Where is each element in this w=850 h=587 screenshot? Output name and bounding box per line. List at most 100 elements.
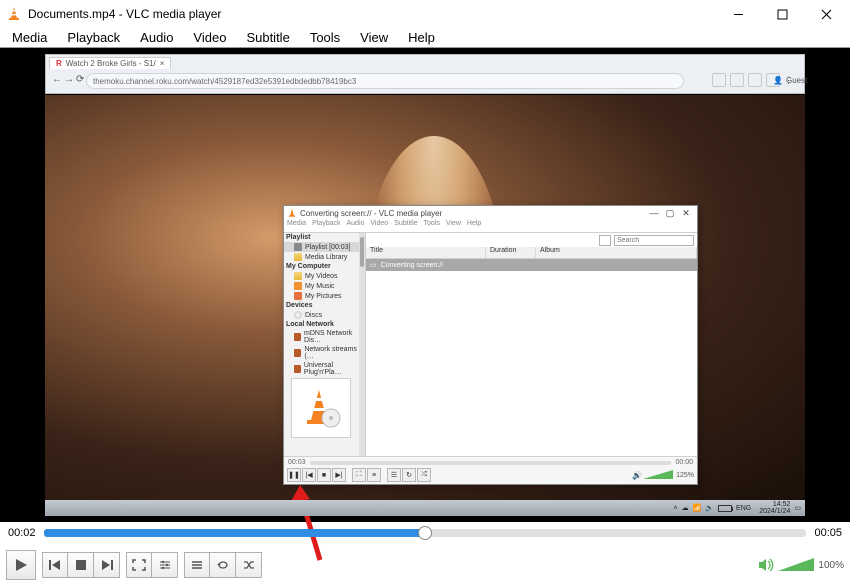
menu-subtitle[interactable]: Subtitle — [236, 28, 299, 47]
col-duration[interactable]: Duration — [486, 247, 536, 258]
menu-media[interactable]: Media — [2, 28, 57, 47]
tray-volume-icon[interactable]: 🔊 — [705, 504, 714, 512]
playlist-row[interactable]: ▭ Converting screen:// — [366, 259, 697, 271]
sidebar-hdr-mycomputer: My Computer — [284, 262, 365, 271]
playlist-button[interactable] — [184, 552, 210, 578]
seek-bar[interactable] — [44, 529, 807, 537]
inner-random-button[interactable]: ⤮ — [417, 468, 431, 482]
tab-close-icon[interactable]: × — [160, 59, 165, 68]
inner-speaker-icon[interactable]: 🔊 — [632, 471, 642, 480]
next-button[interactable] — [94, 552, 120, 578]
profile-button[interactable]: 👤Guest — [766, 73, 780, 87]
inner-playlist-button[interactable]: ☰ — [387, 468, 401, 482]
random-button[interactable] — [236, 552, 262, 578]
inner-menu-playback[interactable]: Playback — [312, 220, 340, 232]
inner-menu-video[interactable]: Video — [370, 220, 388, 232]
tray-notifications-icon[interactable]: ▭ — [794, 504, 801, 512]
close-button[interactable] — [804, 0, 848, 28]
inner-maximize-button[interactable]: ▢ — [662, 208, 678, 219]
sidebar-item-upnp[interactable]: Universal Plug'n'Pla… — [284, 361, 365, 377]
seek-fill — [44, 529, 425, 537]
inner-ext-settings-button[interactable]: ≡ — [367, 468, 381, 482]
col-title[interactable]: Title — [366, 247, 486, 258]
maximize-button[interactable] — [760, 0, 804, 28]
inner-minimize-button[interactable]: — — [646, 208, 662, 218]
sidebar-item-discs[interactable]: Discs — [284, 310, 365, 320]
menu-video[interactable]: Video — [183, 28, 236, 47]
kebab-icon[interactable]: ⋮ — [784, 73, 798, 87]
sidebar-item-videos[interactable]: My Videos — [284, 271, 365, 281]
menu-playback[interactable]: Playback — [57, 28, 130, 47]
inner-menu-tools[interactable]: Tools — [424, 220, 440, 232]
tray-lang[interactable]: ENG — [736, 505, 751, 512]
inner-pause-button[interactable]: ❚❚ — [287, 468, 301, 482]
inner-close-button[interactable]: ✕ — [678, 208, 694, 219]
video-area: R Watch 2 Broke Girls - S1/ × ← → ⟳ them… — [0, 48, 850, 522]
reload-button[interactable]: ⟳ — [76, 74, 84, 85]
browser-tab[interactable]: R Watch 2 Broke Girls - S1/ × — [49, 57, 171, 69]
play-button[interactable] — [6, 550, 36, 580]
back-button[interactable]: ← — [52, 74, 62, 85]
inner-seek-bar[interactable] — [310, 461, 672, 465]
inner-next-button[interactable]: ▶| — [332, 468, 346, 482]
loop-button[interactable] — [210, 552, 236, 578]
menu-view[interactable]: View — [350, 28, 398, 47]
volume-control: 100% — [758, 557, 844, 573]
ext-settings-button[interactable] — [152, 552, 178, 578]
inner-volume-slider[interactable] — [643, 469, 673, 481]
menubar: Media Playback Audio Video Subtitle Tool… — [0, 28, 850, 48]
inner-menu-audio[interactable]: Audio — [346, 220, 364, 232]
inner-search-input[interactable] — [614, 235, 694, 246]
sidebar-item-mdns[interactable]: mDNS Network Dis… — [284, 329, 365, 345]
menu-help[interactable]: Help — [398, 28, 445, 47]
fullscreen-button[interactable] — [126, 552, 152, 578]
inner-menu-media[interactable]: Media — [287, 220, 306, 232]
stop-button[interactable] — [68, 552, 94, 578]
inner-vlc-window: Converting screen:// - VLC media player … — [283, 205, 698, 485]
tray-wifi-icon[interactable]: 📶 — [693, 504, 702, 512]
sidebar-scrollbar[interactable] — [359, 233, 365, 456]
seek-knob[interactable] — [418, 526, 432, 540]
inner-main: Title Duration Album ▭ Converting screen… — [366, 233, 697, 456]
row-title: Converting screen:// — [381, 262, 444, 269]
inner-menu-view[interactable]: View — [446, 220, 461, 232]
prev-button[interactable] — [42, 552, 68, 578]
view-switch-icon[interactable] — [599, 235, 611, 246]
inner-fullscreen-button[interactable]: ⛶ — [352, 468, 366, 482]
sidebar-hdr-devices: Devices — [284, 301, 365, 310]
inner-stop-button[interactable]: ■ — [317, 468, 331, 482]
grid-icon[interactable] — [712, 73, 726, 87]
menu-tools[interactable]: Tools — [300, 28, 350, 47]
reader-icon[interactable] — [730, 73, 744, 87]
tray-battery-icon[interactable] — [718, 505, 732, 512]
tray-onedrive-icon[interactable]: ☁ — [682, 504, 689, 512]
col-album[interactable]: Album — [536, 247, 697, 258]
vlc-cone-icon — [6, 6, 22, 22]
vlc-cone-icon — [287, 208, 297, 218]
sidebar-item-music[interactable]: My Music — [284, 281, 365, 291]
inner-menu-subtitle[interactable]: Subtitle — [394, 220, 417, 232]
inner-controls: 00:03 00:00 ❚❚ |◀ ■ ▶| ⛶ ≡ ☰ ↻ ⤮ 🔊 125% — [284, 456, 697, 484]
row-icon: ▭ — [370, 261, 377, 269]
inner-loop-button[interactable]: ↻ — [402, 468, 416, 482]
menu-audio[interactable]: Audio — [130, 28, 183, 47]
volume-slider[interactable] — [778, 557, 814, 573]
sidebar-item-media-library[interactable]: Media Library — [284, 252, 365, 262]
browser-right-controls: 👤Guest ⋮ — [712, 73, 798, 87]
tab-favicon: R — [56, 59, 62, 68]
inner-window-title: Converting screen:// - VLC media player — [300, 209, 646, 218]
sidebar-item-playlist[interactable]: Playlist [00:03] — [284, 242, 365, 252]
minimize-button[interactable] — [716, 0, 760, 28]
browser-chrome: R Watch 2 Broke Girls - S1/ × ← → ⟳ them… — [45, 54, 805, 94]
inner-menu-help[interactable]: Help — [467, 220, 481, 232]
forward-button[interactable]: → — [64, 74, 74, 85]
speaker-icon[interactable] — [758, 558, 774, 572]
sidebar-item-streams[interactable]: Network streams (… — [284, 345, 365, 361]
tray-clock[interactable]: 14:52 2024/1/24 — [755, 501, 790, 515]
inner-time-elapsed: 00:03 — [288, 459, 306, 466]
address-bar[interactable]: themoku.channel.roku.com/watch/4529187ed… — [86, 73, 684, 89]
download-icon[interactable] — [748, 73, 762, 87]
tray-chevron-icon[interactable]: ˄ — [674, 505, 678, 512]
inner-prev-button[interactable]: |◀ — [302, 468, 316, 482]
sidebar-item-pictures[interactable]: My Pictures — [284, 291, 365, 301]
